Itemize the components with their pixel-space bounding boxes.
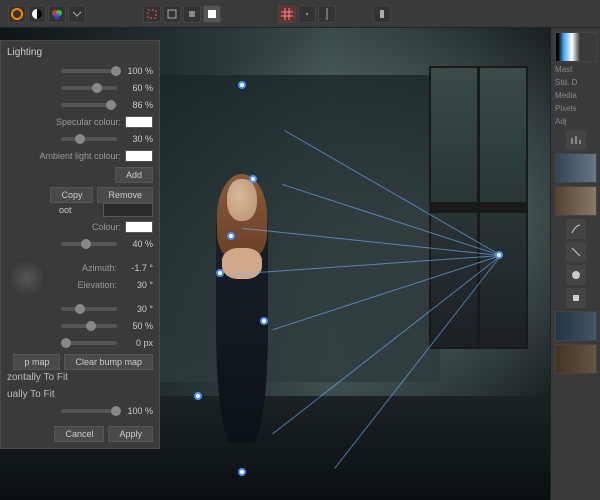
swatch-contrast-icon[interactable] bbox=[28, 5, 46, 23]
crop-icon[interactable] bbox=[163, 5, 181, 23]
light-origin-node[interactable] bbox=[495, 251, 503, 259]
adjust-threshold-icon[interactable] bbox=[566, 288, 586, 308]
meta-line: Media bbox=[555, 91, 596, 101]
distance-slider[interactable] bbox=[61, 341, 117, 345]
light-colour-swatch[interactable] bbox=[125, 221, 153, 233]
clear-bumpmap-button[interactable]: Clear bump map bbox=[64, 354, 153, 370]
preset-thumbnail[interactable] bbox=[555, 344, 597, 374]
ambient-colour-swatch[interactable] bbox=[125, 150, 153, 162]
apply-button[interactable]: Apply bbox=[108, 426, 153, 442]
preset-thumbnail[interactable] bbox=[555, 153, 597, 183]
meta-line: Std. D bbox=[555, 78, 596, 88]
ambient-colour-label: Ambient light colour: bbox=[7, 151, 121, 161]
scale-auto-label: ually To Fit bbox=[7, 389, 55, 400]
meta-line: Pixels bbox=[555, 104, 596, 114]
distance-value: 0 px bbox=[121, 338, 153, 348]
scale-value: 100 % bbox=[121, 406, 153, 416]
shininess-slider[interactable] bbox=[61, 103, 117, 107]
photo-subject bbox=[209, 179, 275, 443]
specular-value: 60 % bbox=[121, 83, 153, 93]
adjust-bw-icon[interactable] bbox=[566, 265, 586, 285]
swatch-dropdown-icon[interactable] bbox=[68, 5, 86, 23]
light-node[interactable] bbox=[238, 468, 246, 476]
cone-slider[interactable] bbox=[61, 307, 117, 311]
azimuth-label: Azimuth: bbox=[53, 263, 117, 273]
shininess-value: 86 % bbox=[121, 100, 153, 110]
direction-dial[interactable] bbox=[7, 258, 47, 298]
light-node[interactable] bbox=[227, 232, 235, 240]
light-node[interactable] bbox=[260, 317, 268, 325]
colour-opacity-slider[interactable] bbox=[61, 242, 117, 246]
scale-slider[interactable] bbox=[61, 409, 117, 413]
preset-thumbnail[interactable] bbox=[555, 186, 597, 216]
specular-colour-swatch[interactable] bbox=[125, 116, 153, 128]
marquee-icon[interactable] bbox=[143, 5, 161, 23]
panel-title: Lighting bbox=[7, 47, 153, 58]
adjust-invert-icon[interactable] bbox=[566, 242, 586, 262]
colour-label: Colour: bbox=[7, 222, 121, 232]
right-sidebar: Mast Std. D Media Pixels Adj bbox=[550, 28, 600, 500]
falloff-value: 50 % bbox=[121, 321, 153, 331]
diffuse-value: 100 % bbox=[121, 66, 153, 76]
adjustments-label: Adj bbox=[555, 117, 596, 127]
colour-opacity-value: 40 % bbox=[121, 239, 153, 249]
layer-icon[interactable] bbox=[203, 5, 221, 23]
top-toolbar bbox=[0, 0, 600, 28]
grid-icon[interactable] bbox=[278, 5, 296, 23]
remove-button[interactable]: Remove bbox=[97, 187, 153, 203]
specular-slider[interactable] bbox=[61, 86, 117, 90]
specular-colour-label: Specular colour: bbox=[7, 117, 121, 127]
bumpmap-button[interactable]: p map bbox=[13, 354, 60, 370]
adjust-curves-icon[interactable] bbox=[566, 219, 586, 239]
spec-opacity-value: 30 % bbox=[121, 134, 153, 144]
falloff-slider[interactable] bbox=[61, 324, 117, 328]
type-dropdown[interactable] bbox=[103, 203, 153, 217]
elevation-value: 30 ° bbox=[121, 280, 153, 290]
diffuse-slider[interactable] bbox=[61, 69, 117, 73]
histogram-thumbnail[interactable] bbox=[555, 32, 597, 62]
cone-value: 30 ° bbox=[121, 304, 153, 314]
add-button[interactable]: Add bbox=[115, 167, 153, 183]
transform-icon[interactable] bbox=[183, 5, 201, 23]
snap-icon[interactable] bbox=[298, 5, 316, 23]
photo-window bbox=[429, 66, 528, 349]
light-node[interactable] bbox=[249, 175, 257, 183]
light-node[interactable] bbox=[238, 81, 246, 89]
spec-opacity-slider[interactable] bbox=[61, 137, 117, 141]
assistant-icon[interactable] bbox=[373, 5, 391, 23]
cancel-button[interactable]: Cancel bbox=[54, 426, 104, 442]
elevation-label: Elevation: bbox=[53, 280, 117, 290]
guides-icon[interactable] bbox=[318, 5, 336, 23]
scale-fit-label: zontally To Fit bbox=[7, 372, 68, 383]
preset-thumbnail[interactable] bbox=[555, 311, 597, 341]
azimuth-value: -1.7 ° bbox=[121, 263, 153, 273]
adjust-levels-icon[interactable] bbox=[566, 130, 586, 150]
lighting-panel: Lighting 100 % 60 % 86 % Specular colour… bbox=[0, 40, 160, 449]
meta-line: Mast bbox=[555, 65, 596, 75]
copy-button[interactable]: Copy bbox=[50, 187, 93, 203]
type-select[interactable]: oot bbox=[59, 205, 99, 215]
swatch-wheel-icon[interactable] bbox=[8, 5, 26, 23]
swatch-rgb-icon[interactable] bbox=[48, 5, 66, 23]
